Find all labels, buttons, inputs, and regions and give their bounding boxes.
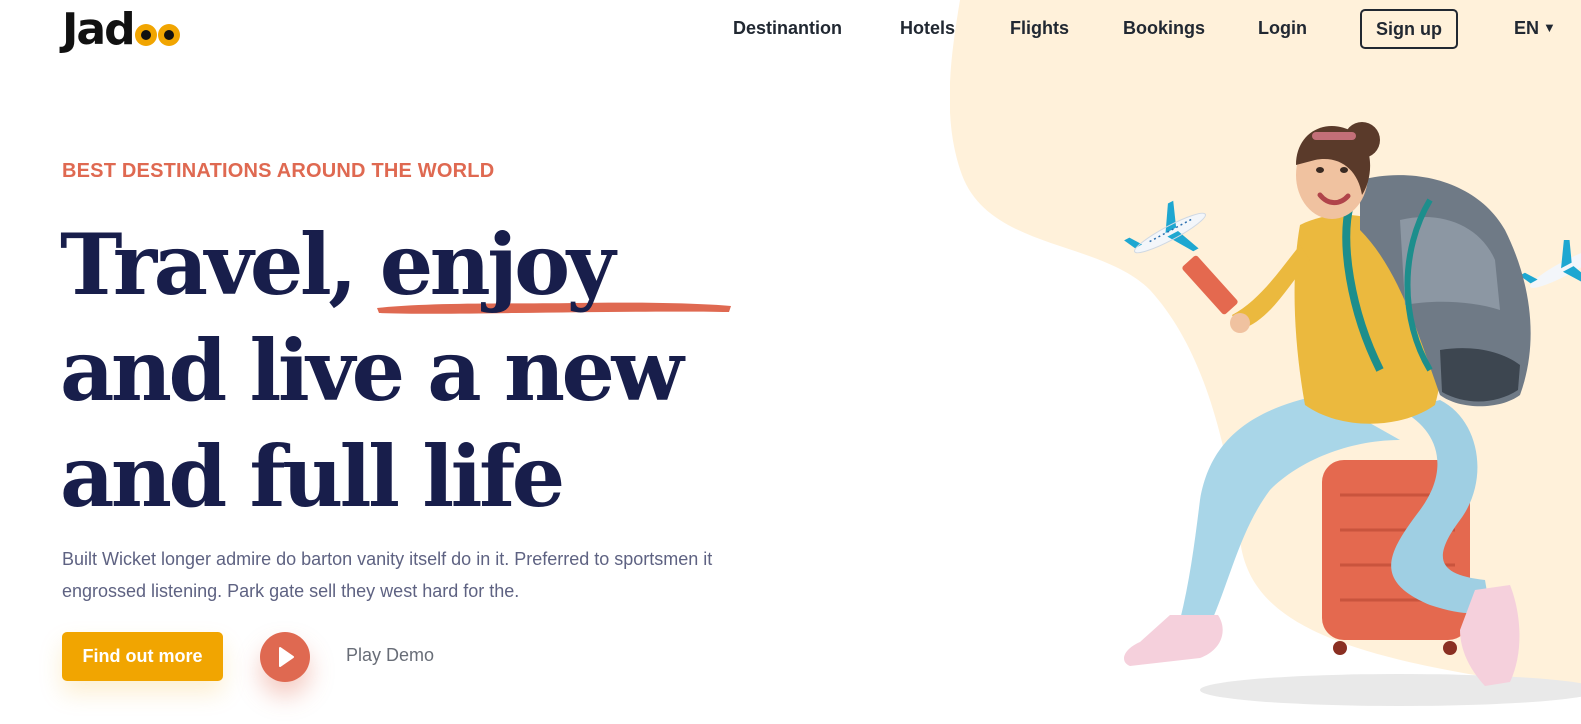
logo-o-icon (157, 24, 180, 46)
headline-line: Travel, enjoy (60, 215, 615, 314)
logo-text: Jad (62, 4, 136, 55)
play-demo-label[interactable]: Play Demo (346, 645, 434, 666)
traveler-illustration (1124, 122, 1581, 706)
nav-item-bookings[interactable]: Bookings (1123, 18, 1205, 39)
signup-button[interactable]: Sign up (1360, 9, 1458, 49)
headline-line: and live a new (60, 321, 684, 420)
play-demo-button[interactable] (260, 632, 310, 682)
hero-description: Built Wicket longer admire do barton van… (62, 549, 713, 601)
nav-item-destination[interactable]: Destinantion (733, 18, 842, 39)
nav-item-hotels[interactable]: Hotels (900, 18, 955, 39)
find-out-more-button[interactable]: Find out more (62, 632, 223, 681)
headline-line: and full life (60, 427, 565, 526)
caret-down-icon: ▼ (1543, 20, 1556, 35)
hero-headline: Travel, enjoy and live a new and full li… (60, 212, 684, 530)
language-selector[interactable]: EN ▼ (1514, 18, 1556, 39)
language-label: EN (1514, 18, 1540, 38)
nav-item-flights[interactable]: Flights (1010, 18, 1069, 39)
hero-eyebrow: BEST DESTINATIONS AROUND THE WORLD (62, 160, 495, 182)
logo-o-icon (134, 24, 157, 46)
play-icon (279, 647, 294, 667)
logo[interactable]: Jad (62, 4, 180, 56)
nav-item-login[interactable]: Login (1258, 18, 1307, 39)
